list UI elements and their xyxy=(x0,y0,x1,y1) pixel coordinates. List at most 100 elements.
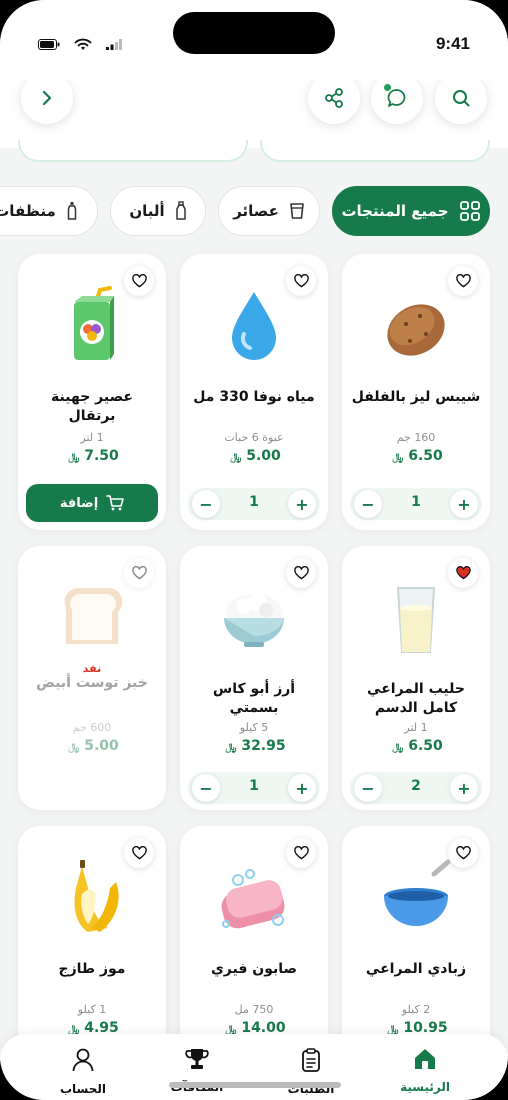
product-unit: 2 كيلو xyxy=(401,1003,431,1016)
dynamic-island xyxy=(173,12,335,54)
product-price: 32.95 ﷼ xyxy=(188,738,320,754)
rice-bowl-image xyxy=(224,593,284,647)
bread-image xyxy=(64,588,123,644)
bottom-nav: الرئيسية الطلبات المكافآت الحساب xyxy=(0,1034,508,1100)
banner-card-left[interactable] xyxy=(18,138,248,162)
user-icon xyxy=(72,1048,94,1072)
add-to-cart-label: إضافة xyxy=(59,495,99,511)
decrease-button[interactable]: − xyxy=(354,490,382,518)
search-icon xyxy=(453,90,470,107)
trophy-icon xyxy=(185,1049,209,1069)
product-price: 6.50 ﷼ xyxy=(350,738,482,754)
category-chip-label: منظفات xyxy=(0,202,56,220)
product-name: صابون فيري xyxy=(210,961,298,977)
quantity-stepper: + 2 − xyxy=(350,772,482,804)
product-card[interactable]: أرز أبو كاس بسمتي 5 كيلو 32.95 ﷼ + 1 − xyxy=(180,546,328,810)
quantity-stepper: + 1 − xyxy=(188,772,320,804)
status-time: 9:41 xyxy=(435,34,470,53)
product-card[interactable]: عصير جهينة برتقال 1 لتر 7.50 ﷼ إضافة xyxy=(18,254,166,530)
category-chip-label: ألبان xyxy=(129,202,165,220)
banner-card-right[interactable] xyxy=(260,138,490,162)
product-price: 7.50 ﷼ xyxy=(26,448,158,464)
category-chip-label: عصائر xyxy=(233,202,279,220)
price-value: 5.00 xyxy=(246,448,281,464)
price-value: 6.50 xyxy=(408,448,443,464)
decrease-button[interactable]: − xyxy=(192,490,220,518)
category-chip-all[interactable]: جميع المنتجات xyxy=(332,186,490,236)
category-chip-cleaners[interactable]: منظفات xyxy=(0,186,98,236)
quantity-stepper: + 1 − xyxy=(188,488,320,520)
product-card[interactable]: شيبس ليز بالفلفل 160 جم 6.50 ﷼ + 1 − xyxy=(342,254,490,530)
currency-symbol: ﷼ xyxy=(68,742,80,753)
nav-item-orders[interactable]: الطلبات xyxy=(256,1048,366,1096)
heart-outline-icon xyxy=(293,274,309,288)
heart-outline-icon xyxy=(455,846,471,860)
clipboard-icon xyxy=(302,1048,320,1072)
wifi-icon xyxy=(74,38,92,50)
category-chip-dairy[interactable]: ألبان xyxy=(110,186,206,236)
heart-outline-icon xyxy=(293,846,309,860)
cup-icon xyxy=(290,203,304,219)
water-drop-image xyxy=(232,292,276,360)
decrease-button[interactable]: − xyxy=(192,774,220,802)
heart-outline-icon xyxy=(293,566,309,580)
soap-image xyxy=(221,869,285,929)
share-icon xyxy=(325,88,343,108)
add-to-cart-button[interactable]: إضافة xyxy=(26,484,158,522)
phone-screen: 9:41 جميع المنتجات عصائر ألبان منظفات شي… xyxy=(0,0,508,1100)
notification-dot xyxy=(384,84,391,91)
nav-item-home[interactable]: الرئيسية xyxy=(370,1048,480,1094)
product-name: مياه نوفا 330 مل xyxy=(193,389,315,405)
quantity-stepper: + 1 − xyxy=(350,488,482,520)
currency-symbol: ﷼ xyxy=(392,742,404,753)
product-unit: 750 مل xyxy=(234,1003,274,1016)
signal-icon xyxy=(106,39,122,50)
price-value: 5.00 xyxy=(84,738,119,754)
bottle-icon xyxy=(175,201,186,220)
currency-symbol: ﷼ xyxy=(68,452,80,463)
product-card-out-of-stock[interactable]: نفد خبز توست أبيض 600 جم 5.00 ﷼ xyxy=(18,546,166,810)
product-price: 5.00 ﷼ xyxy=(26,738,158,754)
product-name: عصير جهينة برتقال xyxy=(51,389,133,424)
product-unit: 160 جم xyxy=(396,431,436,444)
heart-filled-icon xyxy=(455,566,471,580)
price-value: 7.50 xyxy=(84,448,119,464)
decrease-button[interactable]: − xyxy=(354,774,382,802)
product-price: 6.50 ﷼ xyxy=(350,448,482,464)
juice-box-image xyxy=(74,286,114,360)
chevron-right-icon xyxy=(42,90,52,106)
product-unit: 1 لتر xyxy=(404,721,428,734)
product-unit: 600 جم xyxy=(72,721,112,734)
home-indicator xyxy=(169,1082,341,1088)
nav-label: الرئيسية xyxy=(400,1080,450,1094)
heart-outline-icon xyxy=(131,274,147,288)
product-name: حليب المراعي كامل الدسم xyxy=(367,681,465,716)
price-value: 6.50 xyxy=(408,738,443,754)
product-unit: 1 لتر xyxy=(80,431,104,444)
product-name: موز طازج xyxy=(58,961,126,977)
status-icons xyxy=(38,38,122,51)
spray-bottle-icon xyxy=(67,202,77,220)
heart-outline-icon xyxy=(131,846,147,860)
heart-outline-icon xyxy=(455,274,471,288)
milk-glass-image xyxy=(396,587,436,653)
product-name: شيبس ليز بالفلفل xyxy=(351,389,481,405)
nav-label: الحساب xyxy=(59,1082,107,1096)
heart-outline-icon xyxy=(131,566,147,580)
category-chip-label: جميع المنتجات xyxy=(341,202,449,220)
currency-symbol: ﷼ xyxy=(225,742,237,753)
potato-image xyxy=(387,304,445,356)
currency-symbol: ﷼ xyxy=(392,452,404,463)
product-card[interactable]: مياه نوفا 330 مل عبوة 6 حبات 5.00 ﷼ + 1 … xyxy=(180,254,328,530)
product-unit: 1 كيلو xyxy=(77,1003,107,1016)
battery-icon xyxy=(38,39,60,50)
cart-icon xyxy=(106,495,124,511)
product-card[interactable]: حليب المراعي كامل الدسم 1 لتر 6.50 ﷼ + 2… xyxy=(342,546,490,810)
category-chip-juices[interactable]: عصائر xyxy=(218,186,320,236)
product-name: أرز أبو كاس بسمتي xyxy=(212,681,296,716)
product-unit: عبوة 6 حبات xyxy=(224,431,284,444)
product-price: 5.00 ﷼ xyxy=(188,448,320,464)
nav-item-account[interactable]: الحساب xyxy=(28,1048,138,1096)
product-name: زبادي المراعي xyxy=(365,961,467,977)
yogurt-bowl-image xyxy=(384,859,451,926)
